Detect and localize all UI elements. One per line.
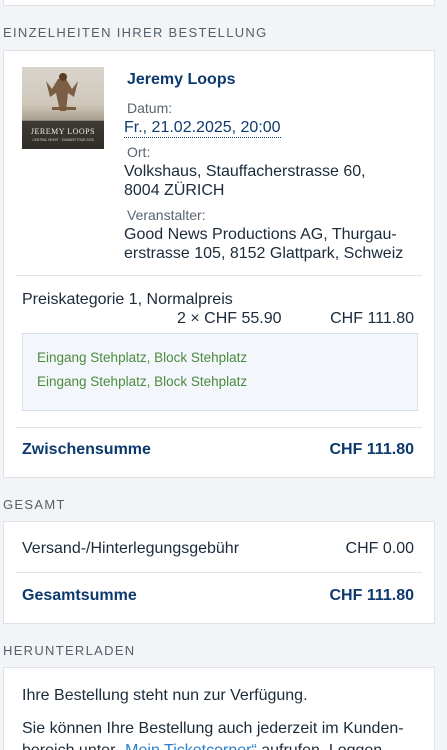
price-category: Preiskategorie 1, Normalpreis (22, 291, 233, 308)
download-info-suffix: aufrufen. Loggen (257, 742, 382, 750)
divider (16, 427, 422, 428)
venue-line1: Volkshaus, Stauffacherstrasse 60, (124, 163, 366, 180)
ticket-entry: Eingang Stehplatz, Block Stehplatz (37, 350, 248, 365)
total-card: Versand-/Hinterlegungsgebühr CHF 0.00 Ge… (3, 521, 435, 624)
download-card: Ihre Bestellung steht nun zur Verfügung.… (3, 667, 435, 750)
line-total: CHF 111.80 (330, 310, 414, 327)
date-label: Datum: (127, 100, 173, 116)
order-details-card: JEREMY LOOPS CENTRAL HEART · SUMMER TOUR… (3, 50, 435, 478)
venue-line2: 8004 ZÜRICH (124, 182, 225, 199)
organizer-label: Veranstalter: (127, 207, 206, 223)
ticket-info-box: Eingang Stehplatz, Block Stehplatz Einga… (22, 333, 418, 411)
artist-figure-icon (46, 73, 78, 111)
event-artist[interactable]: Jeremy Loops (127, 71, 235, 89)
grand-total-value: CHF 111.80 (329, 587, 415, 604)
details-heading: EINZELHEITEN IHRER BESTELLUNG (3, 25, 268, 40)
previous-card (3, 0, 435, 6)
mein-ticketcorner-link[interactable]: „Mein Ticketcorner“ (120, 742, 257, 750)
divider (16, 275, 422, 276)
download-info-prefix: bereich unter (22, 742, 120, 750)
organizer-line2: erstrasse 105, 8152 Glattpark, Schweiz (124, 245, 404, 262)
image-caption-sub: CENTRAL HEART · SUMMER TOUR 2025 (32, 138, 94, 142)
download-ready-text: Ihre Bestellung steht nun zur Verfügung. (22, 687, 308, 704)
total-heading: GESAMT (3, 497, 66, 512)
download-info-text: Sie können Ihre Bestellung auch jederzei… (22, 720, 404, 737)
quantity-price: 2 × CHF 55.90 (177, 310, 282, 327)
subtotal-value: CHF 111.80 (329, 441, 415, 458)
image-caption-title: JEREMY LOOPS (30, 127, 96, 136)
shipping-value: CHF 0.00 (345, 540, 414, 557)
download-info-text-continued: bereich unter „Mein Ticketcorner“ aufruf… (22, 742, 382, 750)
divider (16, 572, 422, 573)
organizer-line1: Good News Productions AG, Thurgau- (124, 226, 397, 243)
date-value[interactable]: Fr., 21.02.2025, 20:00 (124, 118, 281, 138)
ticket-entry: Eingang Stehplatz, Block Stehplatz (37, 374, 248, 389)
venue-label: Ort: (127, 144, 151, 160)
download-heading: HERUNTERLADEN (3, 643, 136, 658)
grand-total-label: Gesamtsumme (22, 587, 137, 604)
shipping-label: Versand-/Hinterlegungsgebühr (22, 540, 240, 557)
event-image[interactable]: JEREMY LOOPS CENTRAL HEART · SUMMER TOUR… (22, 67, 104, 149)
subtotal-label: Zwischensumme (22, 441, 151, 458)
